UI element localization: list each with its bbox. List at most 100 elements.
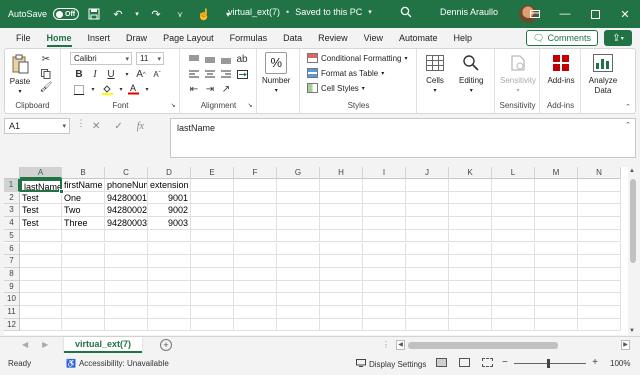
- cell-G7[interactable]: [277, 255, 320, 268]
- cell-H4[interactable]: [320, 217, 363, 230]
- column-header[interactable]: I: [363, 167, 406, 179]
- font-color-icon[interactable]: A: [126, 82, 140, 95]
- horizontal-scrollbar[interactable]: ◀ ▶: [396, 340, 630, 351]
- cell-B1[interactable]: firstName: [62, 179, 105, 192]
- cell-I7[interactable]: [363, 255, 406, 268]
- cell-E8[interactable]: [191, 267, 234, 281]
- cell-D4[interactable]: 9003: [148, 217, 191, 230]
- column-header[interactable]: E: [191, 167, 234, 179]
- underline-dropdown-icon[interactable]: ▾: [120, 68, 134, 81]
- redo-icon[interactable]: ↷: [147, 5, 165, 23]
- cell-N9[interactable]: [578, 280, 621, 294]
- fill-handle[interactable]: [59, 188, 64, 194]
- column-header[interactable]: B: [62, 167, 105, 179]
- cell-E3[interactable]: [191, 204, 234, 218]
- align-right-icon[interactable]: [219, 68, 233, 81]
- cell-styles-button[interactable]: Cell Styles ▾: [307, 83, 365, 93]
- cell-C2[interactable]: 94280001: [105, 191, 148, 205]
- underline-icon[interactable]: U: [104, 68, 118, 81]
- row-header[interactable]: 1: [4, 179, 20, 192]
- cell-A3[interactable]: Test: [20, 204, 62, 218]
- column-header[interactable]: D: [148, 167, 191, 179]
- cell-C3[interactable]: 94280002: [105, 204, 148, 218]
- align-bottom-icon[interactable]: [219, 53, 233, 66]
- italic-icon[interactable]: I: [88, 68, 102, 81]
- cell-M10[interactable]: [535, 293, 578, 306]
- cell-I2[interactable]: [363, 191, 406, 205]
- cell-K10[interactable]: [449, 293, 492, 306]
- cell-C1[interactable]: phoneNum: [105, 179, 148, 192]
- autosave-toggle[interactable]: Off: [53, 8, 80, 20]
- cell-E11[interactable]: [191, 306, 234, 319]
- close-icon[interactable]: ✕: [610, 0, 640, 28]
- scroll-thumb[interactable]: [630, 179, 636, 263]
- cell-L7[interactable]: [492, 255, 535, 268]
- cell-G4[interactable]: [277, 217, 320, 230]
- prev-sheet-icon[interactable]: ◀: [22, 340, 28, 349]
- cell-I11[interactable]: [363, 306, 406, 319]
- cell-B2[interactable]: One: [62, 191, 105, 205]
- cell-N10[interactable]: [578, 293, 621, 306]
- tab-formulas[interactable]: Formulas: [222, 28, 276, 48]
- cell-I4[interactable]: [363, 217, 406, 230]
- column-header[interactable]: K: [449, 167, 492, 179]
- scroll-down-icon[interactable]: ▼: [629, 328, 635, 334]
- cell-C7[interactable]: [105, 255, 148, 268]
- cell-B5[interactable]: [62, 229, 105, 243]
- cell-D9[interactable]: [148, 280, 191, 294]
- merge-center-icon[interactable]: [235, 68, 249, 81]
- cell-D6[interactable]: [148, 242, 191, 256]
- cell-A4[interactable]: Test: [20, 217, 62, 230]
- zoom-knob[interactable]: [547, 359, 550, 368]
- select-all-corner[interactable]: [4, 167, 20, 179]
- row-header[interactable]: 9: [4, 280, 20, 294]
- cells-button[interactable]: Cells ▾: [424, 52, 446, 96]
- sheet-tab[interactable]: virtual_ext(7): [64, 337, 142, 353]
- analyze-data-button[interactable]: Analyze Data: [586, 52, 620, 96]
- number-format-button[interactable]: % Number ▾: [262, 52, 290, 96]
- cell-I3[interactable]: [363, 204, 406, 218]
- align-left-icon[interactable]: [187, 68, 201, 81]
- column-header[interactable]: F: [234, 167, 277, 179]
- cell-I9[interactable]: [363, 280, 406, 294]
- cell-J9[interactable]: [406, 280, 449, 294]
- cell-B8[interactable]: [62, 267, 105, 281]
- insert-function-icon[interactable]: fx: [137, 121, 144, 132]
- cell-K9[interactable]: [449, 280, 492, 294]
- wrap-text-icon[interactable]: ab: [235, 53, 249, 66]
- cell-B12[interactable]: [62, 318, 105, 332]
- cell-N7[interactable]: [578, 255, 621, 268]
- name-box[interactable]: A1 ▾: [4, 118, 70, 134]
- cell-I5[interactable]: [363, 229, 406, 243]
- cell-M3[interactable]: [535, 204, 578, 218]
- cell-C11[interactable]: [105, 306, 148, 319]
- cell-E6[interactable]: [191, 242, 234, 256]
- cell-N1[interactable]: [578, 179, 621, 192]
- cell-F5[interactable]: [234, 229, 277, 243]
- cell-F4[interactable]: [234, 217, 277, 230]
- cell-M5[interactable]: [535, 229, 578, 243]
- column-header[interactable]: G: [277, 167, 320, 179]
- cell-J3[interactable]: [406, 204, 449, 218]
- display-settings-button[interactable]: Display Settings: [356, 359, 426, 369]
- cell-C8[interactable]: [105, 267, 148, 281]
- cell-B3[interactable]: Two: [62, 204, 105, 218]
- align-middle-icon[interactable]: [203, 53, 217, 66]
- cut-icon[interactable]: ✂: [39, 53, 53, 66]
- column-header[interactable]: C: [105, 167, 148, 179]
- cell-M9[interactable]: [535, 280, 578, 294]
- align-top-icon[interactable]: [187, 53, 201, 66]
- scroll-right-icon[interactable]: ▶: [621, 340, 630, 350]
- cell-H7[interactable]: [320, 255, 363, 268]
- column-header[interactable]: L: [492, 167, 535, 179]
- cell-E4[interactable]: [191, 217, 234, 230]
- format-as-table-button[interactable]: Format as Table ▾: [307, 68, 384, 78]
- cell-L9[interactable]: [492, 280, 535, 294]
- cell-G8[interactable]: [277, 267, 320, 281]
- tab-data[interactable]: Data: [275, 28, 310, 48]
- cell-F2[interactable]: [234, 191, 277, 205]
- cell-C9[interactable]: [105, 280, 148, 294]
- cell-J8[interactable]: [406, 267, 449, 281]
- cell-F8[interactable]: [234, 267, 277, 281]
- cell-L2[interactable]: [492, 191, 535, 205]
